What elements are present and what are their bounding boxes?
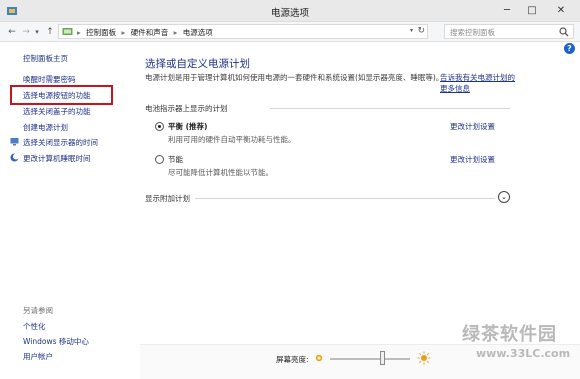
watermark: 绿茶软件园 www.33LC.com [440, 318, 580, 379]
maximize-button[interactable]: □ [521, 3, 543, 19]
show-additional-plans-label[interactable]: 显示附加计划 [145, 193, 190, 204]
help-icon[interactable]: ? [564, 43, 575, 54]
minimize-button[interactable]: ─ [496, 3, 518, 19]
see-also-header: 另请参阅 [23, 306, 53, 315]
section-divider [270, 108, 510, 109]
breadcrumb: ▸ 控制面板 ▸ 硬件和声音 ▸ 电源选项 [77, 27, 216, 38]
title-bar: 电源选项 ─ □ ✕ [0, 0, 580, 22]
balanced-plan-desc: 利用可用的硬件自动平衡功耗与性能。 [168, 135, 296, 144]
address-toolbar: ← → ▾ ↑ ▸ 控制面板 ▸ 硬件和声音 ▸ 电源选项 ▾ ↻ 搜索控制面板 [0, 22, 580, 42]
sidebar-home-link[interactable]: 控制面板主页 [23, 53, 68, 64]
control-panel-icon [62, 28, 73, 35]
watermark-url: www.33LC.com [476, 347, 571, 360]
brightness-label: 屏幕亮度: [276, 355, 309, 364]
more-info-link[interactable]: 告诉我有关电源计划的更多信息 [440, 73, 520, 94]
sidebar-item-label: 选择关闭显示器的时间 [23, 138, 98, 147]
breadcrumb-hardware-sound[interactable]: 硬件和声音 [131, 28, 169, 37]
see-also-personalization[interactable]: 个性化 [23, 321, 46, 332]
sidebar-item-power-button[interactable]: 选择电源按钮的功能 [23, 90, 91, 101]
chevron-down-icon[interactable]: ⌄ [498, 191, 510, 203]
breadcrumb-control-panel[interactable]: 控制面板 [86, 28, 116, 37]
sidebar: 控制面板主页 唤醒时需要密码 选择电源按钮的功能 选择关闭盖子的功能 创建电源计… [0, 43, 140, 379]
section-divider [195, 198, 495, 199]
search-placeholder: 搜索控制面板 [450, 28, 495, 37]
breadcrumb-separator: ▸ [173, 28, 178, 37]
brightness-slider-track[interactable] [330, 358, 410, 360]
close-button[interactable]: ✕ [546, 3, 576, 19]
sidebar-item-display-off[interactable]: 选择关闭显示器的时间 [10, 137, 98, 148]
see-also-user-accounts[interactable]: 用户帐户 [23, 351, 53, 362]
address-field[interactable]: ▸ 控制面板 ▸ 硬件和声音 ▸ 电源选项 ▾ ↻ [58, 24, 428, 39]
balanced-plan-name[interactable]: 平衡 (推荐) [168, 121, 207, 132]
breadcrumb-power-options[interactable]: 电源选项 [183, 28, 213, 37]
balanced-change-settings-link[interactable]: 更改计划设置 [450, 121, 495, 132]
brightness-slider-thumb[interactable] [380, 351, 385, 365]
forward-arrow-icon[interactable]: → [20, 25, 32, 39]
sidebar-item-wake-password[interactable]: 唤醒时需要密码 [23, 74, 76, 85]
breadcrumb-separator: ▸ [121, 28, 126, 37]
sidebar-item-create-plan[interactable]: 创建电源计划 [23, 122, 68, 133]
sun-dim-icon [315, 354, 323, 362]
display-icon [10, 138, 19, 146]
breadcrumb-separator: ▸ [77, 28, 81, 37]
up-arrow-icon[interactable]: ↑ [44, 25, 56, 39]
page-title: 选择或自定义电源计划 [145, 58, 250, 70]
watermark-text: 绿茶软件园 [462, 324, 557, 345]
window-title: 电源选项 [270, 8, 309, 19]
power-saver-plan-name[interactable]: 节能 [168, 154, 183, 165]
back-arrow-icon[interactable]: ← [6, 25, 18, 39]
see-also-mobility-center[interactable]: Windows 移动中心 [23, 336, 89, 347]
power-saver-change-settings-link[interactable]: 更改计划设置 [450, 154, 495, 165]
sidebar-item-label: 更改计算机睡眠时间 [23, 154, 91, 163]
refresh-icon[interactable]: ↻ [417, 26, 425, 36]
moon-icon [10, 153, 19, 162]
search-input[interactable]: 搜索控制面板 [444, 24, 574, 39]
sidebar-item-lid-close[interactable]: 选择关闭盖子的功能 [23, 106, 91, 117]
power-saver-plan-desc: 尽可能降低计算机性能以节能。 [168, 168, 273, 177]
address-dropdown-icon[interactable]: ▾ [410, 27, 413, 34]
sun-bright-icon [417, 351, 431, 365]
balanced-radio[interactable] [155, 122, 164, 131]
power-saver-radio[interactable] [155, 155, 164, 164]
search-icon[interactable] [559, 27, 569, 37]
sidebar-item-sleep-time[interactable]: 更改计算机睡眠时间 [10, 153, 91, 164]
battery-plans-header: 电池指示器上显示的计划 [145, 104, 228, 113]
history-dropdown-icon[interactable]: ▾ [33, 25, 41, 39]
